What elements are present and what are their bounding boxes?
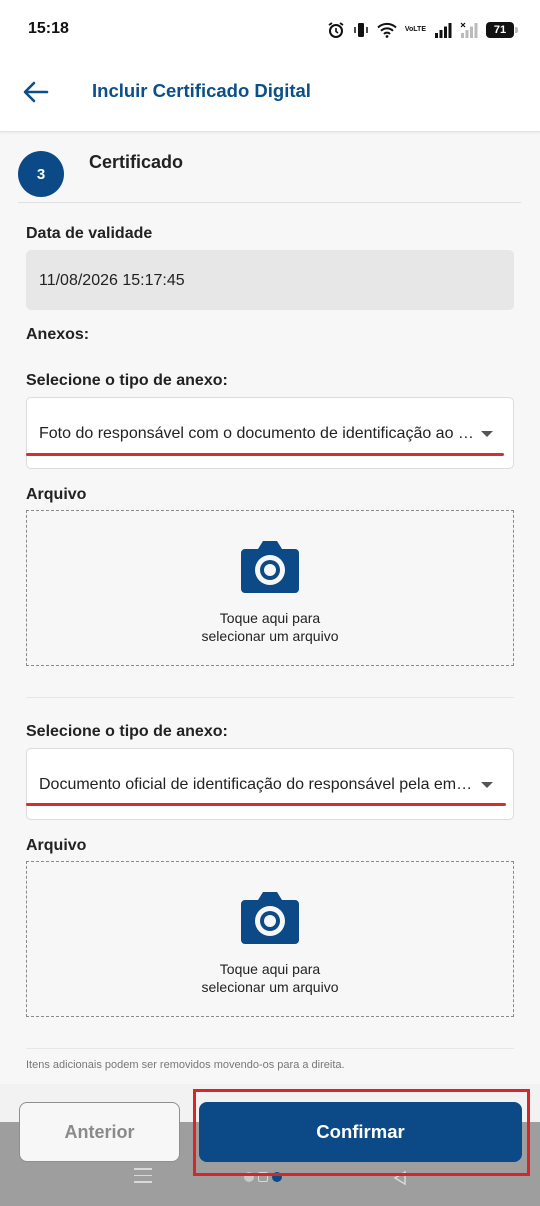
attachment-divider [26,697,514,698]
validity-label: Data de validade [26,225,153,242]
upload-text-line1: Toque aqui para [219,961,321,977]
file-upload-zone-2[interactable]: Toque aqui para selecionar um arquivo [26,861,514,1017]
vibrate-icon [353,21,369,39]
file-label-1: Arquivo [26,486,87,503]
highlight-underline-2 [26,803,506,806]
dropdown-arrow-icon [481,431,493,437]
volte-icon: Vo LTE [405,26,426,34]
step-title: Certificado [89,152,184,172]
signal-icon [434,22,452,38]
app-bar: Incluir Certificado Digital [0,60,540,132]
camera-icon [241,541,299,593]
volte-bottom: LTE [413,26,426,33]
upload-text-line2: selecionar um arquivo [201,628,339,644]
attachment-type-value-1: Foto do responsável com o documento de i… [39,425,475,442]
back-button[interactable] [20,76,52,108]
confirm-highlight-box [193,1089,530,1176]
highlight-underline-1 [26,453,504,456]
status-time: 15:18 [28,20,69,37]
validity-date-field: 11/08/2026 15:17:45 [26,250,514,310]
attachment-type-label-2: Selecione o tipo de anexo: [26,723,228,740]
step-divider [18,202,521,203]
removal-hint: Itens adicionais podem ser removidos mov… [26,1059,345,1071]
attachments-label: Anexos: [26,326,90,343]
status-icons: Vo LTE 71 [327,18,518,42]
file-upload-zone-1[interactable]: Toque aqui para selecionar um arquivo [26,510,514,666]
dropdown-arrow-icon [481,782,493,788]
nav-menu-icon[interactable] [134,1168,152,1184]
signal-weak-icon [460,22,478,38]
attachment-type-value-2: Documento oficial de identificação do re… [39,776,475,793]
attachment-type-select-1[interactable]: Foto do responsável com o documento de i… [26,397,514,469]
previous-button[interactable]: Anterior [19,1102,180,1162]
status-bar: 15:18 Vo LTE 71 [0,0,540,60]
wifi-icon [377,22,397,38]
attachment-type-label-1: Selecione o tipo de anexo: [26,372,228,389]
upload-text-line1: Toque aqui para [219,610,321,626]
page-title: Incluir Certificado Digital [92,80,311,101]
file-label-2: Arquivo [26,837,87,854]
step-number: 3 [18,151,64,197]
attachment-divider [26,1048,514,1049]
attachment-type-select-2[interactable]: Documento oficial de identificação do re… [26,748,514,820]
alarm-icon [327,21,345,39]
volte-top: Vo [404,26,414,33]
upload-text-line2: selecionar um arquivo [201,979,339,995]
battery-icon: 71 [486,22,518,38]
camera-icon [241,892,299,944]
arrow-left-icon [23,81,49,103]
